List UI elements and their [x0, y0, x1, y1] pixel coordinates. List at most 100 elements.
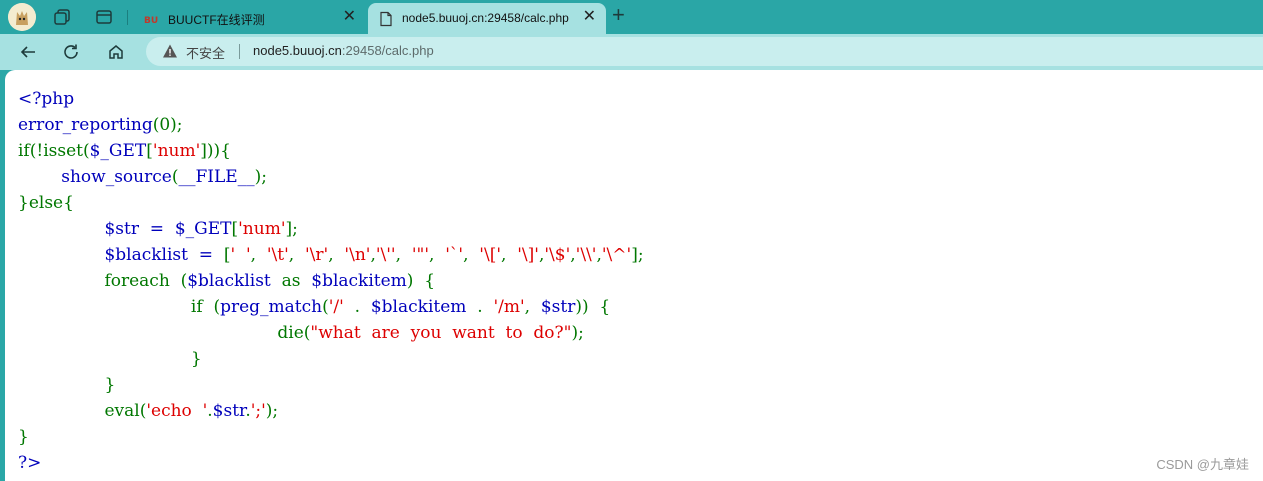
code-token: ])){: [200, 141, 231, 161]
address-bar[interactable]: 不安全 node5.buuoj.cn:29458/calc.php: [146, 37, 1263, 66]
buuctf-favicon-icon: BU: [144, 11, 160, 27]
code-line: }else{: [18, 190, 644, 216]
code-token: ];: [631, 245, 644, 265]
code-token: );: [254, 167, 268, 187]
code-token: <?php: [18, 89, 75, 109]
code-line: eval('echo '.$str.';');: [18, 398, 644, 424]
code-token: $blackitem: [370, 297, 478, 317]
code-line: foreach ($blacklist as $blackitem) {: [18, 268, 644, 294]
code-token: '\t': [266, 245, 289, 265]
code-token: if(!isset(: [18, 141, 90, 161]
code-token: '\'': [375, 245, 396, 265]
code-token: ,: [288, 245, 305, 265]
code-token: ];: [285, 219, 298, 239]
code-line: $blacklist = [' ', '\t', '\r', '\n','\''…: [18, 242, 644, 268]
code-token: }: [18, 427, 29, 447]
code-token: foreach (: [18, 271, 188, 291]
code-token: $str: [212, 401, 246, 421]
code-token: '\]': [517, 245, 539, 265]
php-source-code: <?php error_reporting(0); if(!isset($_GET[…: [18, 86, 644, 476]
tab-title: BUUCTF在线评测: [168, 13, 265, 27]
security-label[interactable]: 不安全: [186, 43, 225, 62]
code-token: ,: [250, 245, 267, 265]
code-token: );: [265, 401, 279, 421]
code-token: '/m': [493, 297, 525, 317]
code-token: die(: [18, 323, 311, 343]
code-line: $str = $_GET['num'];: [18, 216, 644, 242]
svg-text:BU: BU: [144, 16, 158, 26]
code-token: '\^': [601, 245, 632, 265]
code-token: 'num': [152, 141, 201, 161]
code-token: '\n': [344, 245, 371, 265]
tab-buuctf[interactable]: BU BUUCTF在线评测 ✕: [134, 3, 366, 34]
code-token: $str: [540, 297, 576, 317]
code-token: .: [354, 297, 371, 317]
code-token: [: [223, 245, 231, 265]
csdn-watermark: CSDN @九章娃: [1156, 457, 1249, 472]
code-token: ?>: [18, 453, 42, 473]
code-token: [: [146, 141, 153, 161]
code-line: <?php: [18, 86, 644, 112]
tab-separator: [127, 10, 128, 25]
code-token: $str = $_GET: [104, 219, 232, 239]
code-token: error_reporting: [18, 115, 153, 135]
avatar-image: [8, 3, 36, 31]
close-tab-icon[interactable]: ✕: [343, 9, 356, 25]
code-line: }: [18, 424, 644, 450]
code-token: }: [18, 349, 202, 369]
code-token: }else{: [18, 193, 74, 213]
new-tab-icon[interactable]: +: [612, 3, 625, 27]
code-token: );: [571, 323, 584, 343]
url-path: :29458/calc.php: [341, 43, 434, 58]
code-token: ,: [429, 245, 446, 265]
page-viewport: <?php error_reporting(0); if(!isset($_GET[…: [5, 70, 1263, 481]
code-token: 'num': [238, 219, 286, 239]
code-token: $blacklist =: [104, 245, 224, 265]
code-token: ) {: [406, 271, 436, 291]
code-token: ';': [250, 401, 266, 421]
code-token: $blacklist: [187, 271, 282, 291]
code-token: '`': [445, 245, 464, 265]
tab-calc[interactable]: node5.buuoj.cn:29458/calc.php ✕: [368, 3, 606, 34]
code-line: }: [18, 346, 644, 372]
browser-toolbar: 不安全 node5.buuoj.cn:29458/calc.php: [0, 34, 1263, 70]
code-line: ?>: [18, 450, 644, 476]
code-token: (: [322, 297, 329, 317]
code-token: preg_match: [220, 297, 323, 317]
code-token: ,: [524, 297, 541, 317]
home-icon[interactable]: [104, 40, 128, 64]
code-line: die("what are you want to do?");: [18, 320, 644, 346]
reload-icon[interactable]: [59, 40, 83, 64]
code-token: '\$': [544, 245, 571, 265]
not-secure-warning-icon[interactable]: [162, 43, 178, 62]
code-token: (0);: [152, 115, 183, 135]
tab-actions-icon[interactable]: [92, 5, 116, 29]
code-token: 'echo ': [146, 401, 208, 421]
code-token: "what are you want to do?": [310, 323, 572, 343]
code-line: error_reporting(0);: [18, 112, 644, 138]
code-token: )) {: [575, 297, 611, 317]
code-token: '"': [411, 245, 429, 265]
code-token: __FILE__: [178, 167, 255, 187]
close-tab-icon[interactable]: ✕: [583, 9, 596, 25]
code-token: .: [477, 297, 494, 317]
code-token: if (: [18, 297, 221, 317]
code-token: '\\': [575, 245, 597, 265]
url-host: node5.buuoj.cn: [253, 43, 342, 58]
page-favicon-icon: [378, 11, 394, 27]
profile-avatar[interactable]: [8, 3, 36, 31]
code-token: ,: [501, 245, 518, 265]
address-divider: [239, 44, 240, 59]
code-line: if(!isset($_GET['num'])){: [18, 138, 644, 164]
code-line: if (preg_match('/' . $blackitem . '/m', …: [18, 294, 644, 320]
workspaces-icon[interactable]: [50, 5, 74, 29]
code-token: '\r': [305, 245, 329, 265]
back-icon[interactable]: [16, 40, 40, 64]
code-token: '/': [328, 297, 355, 317]
code-line: show_source(__FILE__);: [18, 164, 644, 190]
code-token: $_GET: [89, 141, 147, 161]
url-text[interactable]: node5.buuoj.cn:29458/calc.php: [253, 43, 434, 58]
tab-strip: BU BUUCTF在线评测 ✕ node5.buuoj.cn:29458/cal…: [0, 0, 1263, 34]
